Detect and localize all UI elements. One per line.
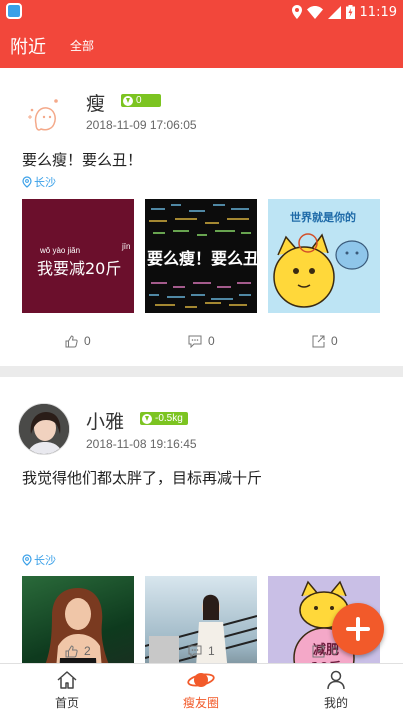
post-photo[interactable]: wǒ yào jiǎn jīn 我要减20斤 — [22, 199, 134, 313]
like-button[interactable]: 0 — [65, 334, 91, 348]
location-icon — [291, 5, 302, 19]
share-button[interactable]: 0 — [312, 644, 338, 658]
weight-change-badge: -0.5kg — [140, 412, 188, 425]
share-icon — [312, 645, 325, 657]
nav-slim-circle[interactable]: 瘦友圈 — [161, 668, 241, 711]
post-photo[interactable]: 世界就是你的 — [268, 199, 380, 313]
ghost-avatar-icon — [28, 99, 58, 131]
username[interactable]: 小雅 — [86, 407, 124, 434]
page-title: 附近 — [10, 37, 46, 58]
photo-grid: wǒ yào jiǎn jīn 我要减20斤 要么瘦！要么丑 世界就是你的 — [22, 199, 382, 313]
thumbs-up-icon — [65, 644, 78, 657]
avatar[interactable] — [18, 403, 70, 455]
photo-caption: 要么瘦！要么丑 — [147, 249, 257, 268]
planet-icon — [187, 673, 215, 687]
nav-home[interactable]: 首页 — [27, 668, 107, 711]
location-pin-icon — [22, 176, 32, 188]
weight-change-badge: 0 — [121, 94, 161, 107]
nav-mine[interactable]: 我的 — [296, 668, 376, 711]
user-photo-avatar — [19, 404, 69, 454]
post-content: 我觉得他们都太胖了，目标再减十斤 — [22, 469, 263, 487]
post-timestamp: 2018-11-09 17:06:05 — [86, 118, 197, 132]
add-post-button[interactable] — [332, 603, 384, 655]
weight-down-icon — [123, 95, 133, 106]
post-timestamp: 2018-11-08 19:16:45 — [86, 437, 197, 451]
home-icon — [57, 671, 77, 689]
bottom-nav: 首页 瘦友圈 我的 — [0, 663, 403, 716]
clock: 11:19 — [359, 4, 397, 20]
feed[interactable]: 瘦 0 2018-11-09 17:06:05 要么瘦！要么丑！ 长沙 wǒ y… — [0, 68, 403, 663]
signal-icon — [327, 5, 341, 19]
comment-button[interactable]: 1 — [188, 644, 215, 658]
battery-icon — [345, 5, 355, 19]
person-icon — [327, 670, 345, 690]
thumbs-up-icon — [65, 334, 78, 347]
share-button[interactable]: 0 — [312, 334, 338, 348]
wifi-icon — [306, 5, 323, 19]
comment-icon — [188, 335, 202, 348]
post-location[interactable]: 长沙 — [22, 552, 56, 568]
post-photo[interactable]: 要么瘦！要么丑 — [145, 199, 257, 313]
post-card[interactable]: 瘦 0 2018-11-09 17:06:05 要么瘦！要么丑！ 长沙 wǒ y… — [0, 68, 403, 366]
comment-button[interactable]: 0 — [188, 334, 215, 348]
post-location[interactable]: 长沙 — [22, 174, 56, 190]
location-pin-icon — [22, 554, 32, 566]
post-actions: 0 0 0 — [0, 334, 403, 354]
photo-caption: 我要减20斤 — [37, 259, 122, 278]
photo-caption-pinyin-tail: jīn — [122, 242, 131, 251]
like-button[interactable]: 2 — [65, 644, 91, 658]
cartoon-cat-illustration — [273, 233, 369, 308]
filter-all-button[interactable]: 全部 — [70, 37, 94, 54]
top-bar: 附近 全部 — [0, 24, 403, 68]
comment-icon — [188, 645, 202, 658]
username[interactable]: 瘦 — [86, 89, 105, 116]
weight-down-icon — [142, 413, 152, 424]
app-notification-icon — [6, 3, 22, 19]
photo-caption-pinyin: wǒ yào jiǎn — [40, 246, 81, 255]
status-bar: 11:19 — [0, 0, 403, 24]
avatar[interactable] — [18, 90, 70, 142]
share-icon — [312, 335, 325, 347]
post-content: 要么瘦！要么丑！ — [22, 151, 143, 169]
